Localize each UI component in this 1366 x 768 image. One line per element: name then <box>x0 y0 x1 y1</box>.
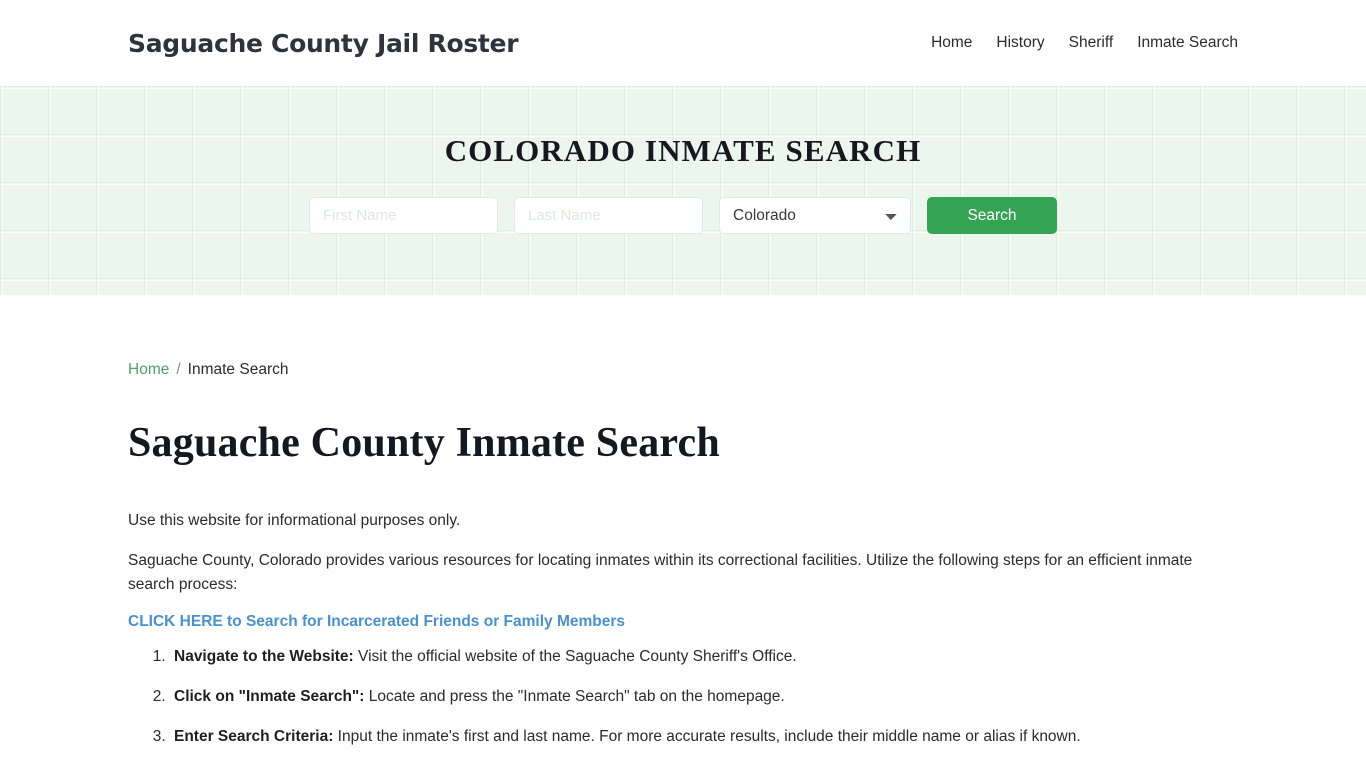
step-text: Visit the official website of the Saguac… <box>353 647 797 665</box>
nav-item-sheriff[interactable]: Sheriff <box>1057 28 1126 58</box>
list-item: Click on "Inmate Search": Locate and pre… <box>170 685 1238 709</box>
breadcrumb-link-home[interactable]: Home <box>128 361 169 378</box>
hero-title: COLORADO INMATE SEARCH <box>444 133 922 168</box>
breadcrumb-current: Inmate Search <box>187 361 289 378</box>
hero-search-section: COLORADO INMATE SEARCH Colorado Search <box>0 86 1366 295</box>
intro-paragraph: Use this website for informational purpo… <box>128 511 461 529</box>
step-text: Locate and press the "Inmate Search" tab… <box>364 687 785 705</box>
step-text: Input the inmate's first and last name. … <box>333 727 1081 745</box>
nav-item-home[interactable]: Home <box>919 28 984 58</box>
breadcrumb-separator: / <box>176 361 181 378</box>
step-lead: Click on "Inmate Search": <box>174 687 365 705</box>
search-button[interactable]: Search <box>927 197 1057 234</box>
site-header: Saguache County Jail Roster Home History… <box>0 0 1366 86</box>
step-lead: Navigate to the Website: <box>174 647 354 665</box>
main-navigation: Home History Sheriff Inmate Search <box>919 28 1238 58</box>
list-item: Navigate to the Website: Visit the offic… <box>170 645 1238 669</box>
nav-item-history[interactable]: History <box>984 28 1056 58</box>
inmate-search-form: Colorado Search <box>309 197 1057 234</box>
breadcrumb: Home / Inmate Search <box>128 362 1238 378</box>
steps-list: Navigate to the Website: Visit the offic… <box>128 645 1238 749</box>
description-paragraph: Saguache County, Colorado provides vario… <box>128 551 1193 593</box>
page-title: Saguache County Inmate Search <box>128 419 720 466</box>
main-content: Home / Inmate Search Saguache County Inmat… <box>0 295 1366 749</box>
step-lead: Enter Search Criteria: <box>174 727 334 745</box>
first-name-input[interactable] <box>309 197 498 234</box>
site-brand-title[interactable]: Saguache County Jail Roster <box>128 29 519 58</box>
last-name-input[interactable] <box>514 197 703 234</box>
state-select[interactable]: Colorado <box>719 197 911 234</box>
nav-item-inmate-search[interactable]: Inmate Search <box>1125 28 1238 58</box>
list-item: Enter Search Criteria: Input the inmate'… <box>170 725 1238 749</box>
cta-search-link[interactable]: CLICK HERE to Search for Incarcerated Fr… <box>128 613 625 631</box>
